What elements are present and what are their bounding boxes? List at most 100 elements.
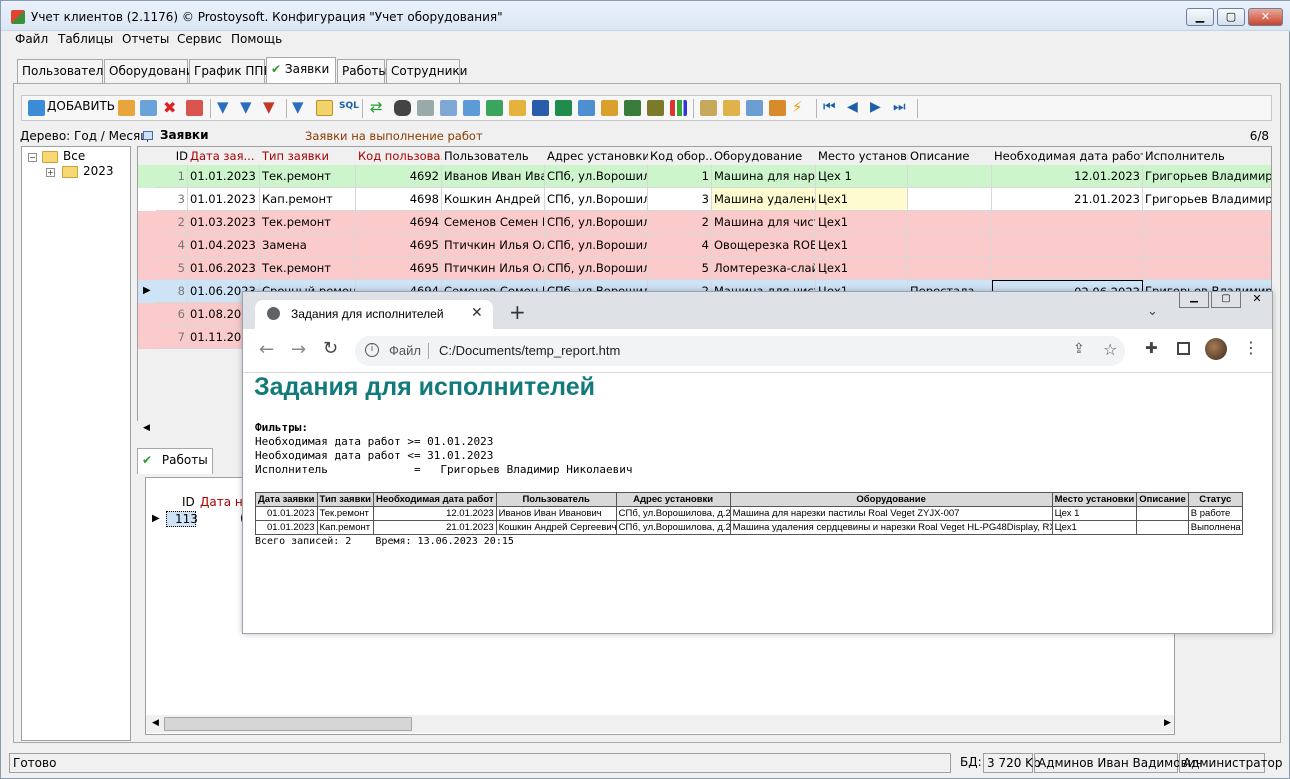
expand-icon[interactable]: + [46,168,55,177]
cell-equip[interactable]: Овощерезка ROBOT [712,234,816,257]
works-hscrollbar[interactable]: ◀ ▶ [146,715,1174,733]
cell-exec[interactable] [1143,234,1271,257]
scroll-thumb[interactable] [164,717,412,731]
tab-equipment[interactable]: Оборудование [104,59,201,83]
cell-desc[interactable] [908,211,992,234]
export-1-icon[interactable] [463,100,480,116]
tree-node-year[interactable]: 2023 [83,164,114,178]
cell-date[interactable]: 01.01.2023 [188,165,260,188]
cell-id[interactable]: 6 [156,303,188,326]
cell-need[interactable]: 12.01.2023 [992,165,1143,188]
cell-ucode[interactable]: 4695 [356,257,442,280]
cell-ecode[interactable]: 2 [648,211,712,234]
grid-col-header[interactable]: Код обор... [648,147,712,165]
cell-ecode[interactable]: 5 [648,257,712,280]
cell-user[interactable]: Птичкин Илья Олегович [442,257,545,280]
close-tab-icon[interactable]: ✕ [471,305,483,321]
table-row[interactable]: 3 01.01.2023 Кап.ремонт 4698 Кошкин Андрей С… [138,188,1271,211]
new-tab-icon[interactable]: + [509,300,526,324]
grid-col-header[interactable]: Пользователь [442,147,545,165]
browser-close-icon[interactable]: ✕ [1243,292,1271,308]
grid-col-header[interactable]: Код пользова... [356,147,442,165]
cell-addr[interactable]: СПб, ул.Ворошилова [545,234,648,257]
grid-col-header[interactable]: Описание [908,147,992,165]
grid-col-header[interactable]: Оборудование [712,147,816,165]
cell-addr[interactable]: СПб, ул.Ворошилова [545,188,648,211]
export-3-icon[interactable] [509,100,526,116]
table-row[interactable]: 201.03.2023Тек.ремонт4694Семенов Семен П… [138,211,1271,234]
cell-equip[interactable]: Машина для чистки [712,211,816,234]
menu-file[interactable]: Файл [15,32,48,46]
browser-maximize-icon[interactable]: ▢ [1211,292,1241,308]
filter-icon[interactable]: ▼ [217,100,234,116]
menu-help[interactable]: Помощь [231,32,282,46]
copy-icon[interactable] [140,100,157,116]
columns-icon[interactable] [746,100,763,116]
cell-date[interactable]: 01.04.2023 [188,234,260,257]
cell-ucode[interactable]: 4698 [356,188,442,211]
cell-id[interactable]: 2 [156,211,188,234]
refresh-icon[interactable]: ⇄ [370,100,387,116]
sql-icon[interactable]: SQL [339,100,359,116]
chart-icon[interactable] [670,100,687,116]
scroll-right-icon[interactable]: ▶ [1164,718,1171,728]
excel-icon[interactable] [555,100,572,116]
minimize-button[interactable]: ▁ [1186,8,1214,26]
table-row[interactable]: 501.06.2023Тек.ремонт4695Птичкин Илья Ол… [138,257,1271,280]
grid-col-header[interactable]: Тип заявки [260,147,356,165]
cell-need[interactable] [992,234,1143,257]
cell-place[interactable]: Цех1 [816,211,908,234]
edit-icon[interactable] [118,100,135,116]
more-menu-icon[interactable]: ⋮ [1243,338,1259,357]
next-record-icon[interactable]: ▶ [870,100,887,116]
tab-works-sub[interactable]: ✔ Работы [137,448,213,474]
collapse-icon[interactable]: − [28,153,37,162]
cell-id[interactable]: 7 [156,326,188,349]
export-7-icon[interactable] [647,100,664,116]
table-row[interactable]: 401.04.2023Замена4695Птичкин Илья Олегов… [138,234,1271,257]
menu-reports[interactable]: Отчеты [122,32,169,46]
cell-place[interactable]: Цех 1 [816,165,908,188]
import-1-icon[interactable] [700,100,717,116]
cell-type[interactable]: Тек.ремонт [260,257,356,280]
avatar[interactable] [1205,338,1227,360]
import-2-icon[interactable] [723,100,740,116]
maximize-button[interactable]: ▢ [1217,8,1245,26]
print-icon[interactable] [417,100,434,116]
cell-user[interactable]: Птичкин Илья Олегович [442,234,545,257]
cell-addr[interactable]: СПб, ул.Ворошилова [545,165,648,188]
cell-id[interactable]: 8 [156,280,188,303]
last-record-icon[interactable]: ⏭ [893,100,910,116]
close-button[interactable]: ✕ [1248,8,1283,26]
browser-tab[interactable]: Задания для исполнителей ✕ [255,300,493,330]
preview-icon[interactable] [440,100,457,116]
cell-ucode[interactable]: 4692 [356,165,442,188]
prev-record-icon[interactable]: ◀ [847,100,864,116]
cell-exec[interactable] [1143,257,1271,280]
lightning-icon[interactable]: ⚡ [792,100,809,116]
cell-desc[interactable] [908,234,992,257]
cell-addr[interactable]: СПб, ул.Ворошилова [545,211,648,234]
info-icon[interactable]: i [365,343,379,357]
grid-col-header[interactable]: Адрес установки [545,147,648,165]
cell-id[interactable]: 4 [156,234,188,257]
find-icon[interactable] [394,100,411,116]
cell-desc[interactable] [908,257,992,280]
scroll-left-icon[interactable]: ◀ [143,423,150,433]
scroll-left-icon[interactable]: ◀ [152,718,159,728]
omnibox[interactable]: i Файл C:/Documents/temp_report.htm ⇪ ☆ [355,336,1125,366]
tab-ppr-schedule[interactable]: График ППР [189,59,271,83]
cell-date[interactable]: 01.01.2023 [188,188,260,211]
grid-col-header[interactable]: Необходимая дата работ [992,147,1143,165]
filter-clear-icon[interactable]: ▼ [263,100,280,116]
cell-need[interactable]: 21.01.2023 [992,188,1143,211]
tab-search-icon[interactable]: ⌄ [1147,304,1158,319]
filter-add-icon[interactable]: ▼ [240,100,257,116]
cell-ecode[interactable]: 3 [648,188,712,211]
delete-icon[interactable]: ✖ [163,100,180,116]
cell-desc[interactable] [908,188,992,211]
first-record-icon[interactable]: ⏮ [823,100,840,116]
side-panel-icon[interactable] [1177,342,1190,355]
tab-employees[interactable]: Сотрудники [386,59,467,83]
grid-col-header[interactable]: Дата зая... [188,147,260,165]
